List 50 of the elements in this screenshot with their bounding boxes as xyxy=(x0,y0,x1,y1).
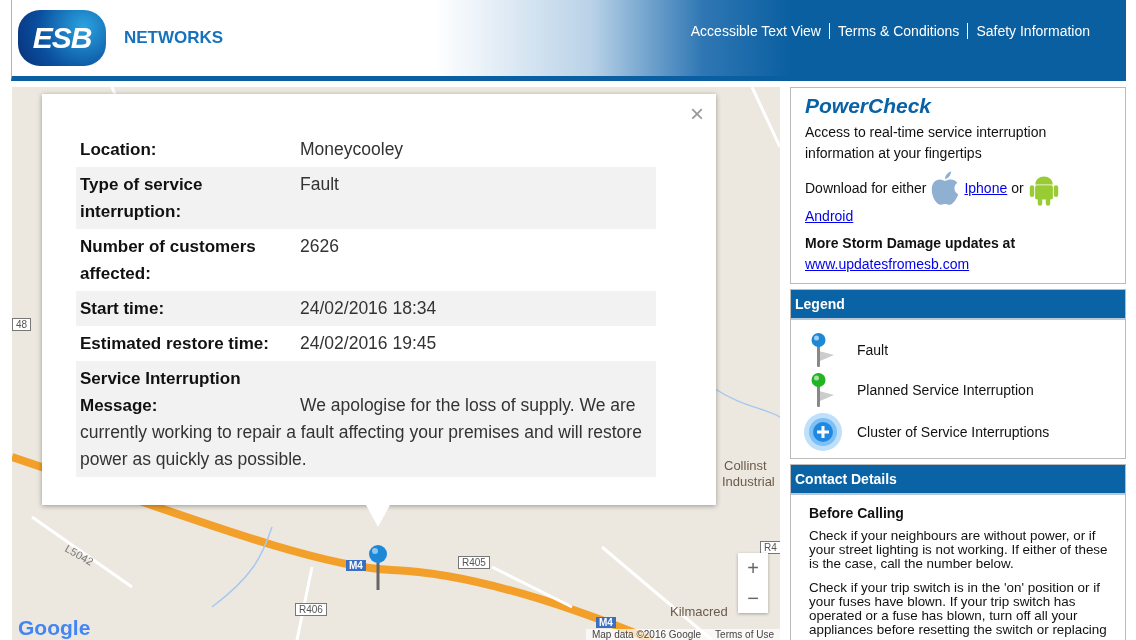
map-label: Industrial xyxy=(722,474,775,489)
field-label: Number of customers affected: xyxy=(80,236,257,285)
field-label: Type of service interruption: xyxy=(80,174,204,223)
legend-label: Fault xyxy=(857,342,889,358)
updates-text: More Storm Damage updates at xyxy=(805,234,1017,253)
contact-paragraph: Check if your trip switch is in the 'on' position or if your fuses have blown. If your trip switch has operated or a fuse has blown, turn off all your appliances before resetting the switch or replacing xyxy=(809,581,1108,637)
map-label: 48 xyxy=(12,318,32,331)
map-label: M4 xyxy=(346,560,366,571)
android-link[interactable]: Android xyxy=(805,208,854,224)
field-value: 2626 xyxy=(300,235,339,258)
download-text: Download for either xyxy=(805,180,927,196)
map-label: R4 xyxy=(760,541,780,554)
intro-text: Access to real-time service interruption information at your fingertips xyxy=(805,123,1048,163)
map-label: R405 xyxy=(458,556,490,569)
field-label: Estimated restore time: xyxy=(80,333,270,355)
apple-icon xyxy=(930,170,961,206)
field-value: 24/02/2016 18:34 xyxy=(300,297,437,320)
map[interactable] xyxy=(12,87,780,640)
legend-header: Legend xyxy=(791,290,1125,320)
logo[interactable]: ESB xyxy=(18,10,106,66)
map-label: M4 xyxy=(596,617,616,628)
field-label: Location: xyxy=(80,139,158,161)
card-title: PowerCheck xyxy=(805,94,933,118)
website-link[interactable]: www.updatesfromesb.com xyxy=(805,256,970,272)
or-text: or xyxy=(1011,180,1024,196)
contact-paragraph: Check if your neighbours are without power, or if your street lighting is not working. If either of these is the case, call the number below. xyxy=(809,529,1109,571)
popup-tail xyxy=(366,505,390,527)
map-brand-logo: Google xyxy=(18,616,91,640)
legend-label: Planned Service Interruption xyxy=(857,382,1034,398)
contact-subtitle: Before Calling xyxy=(809,505,905,521)
map-attribution: Map data ©2016 Google xyxy=(591,629,702,640)
field-label: Start time: xyxy=(80,298,166,320)
header-link[interactable]: Terms & Conditions xyxy=(829,23,968,39)
field-value: Moneycooley xyxy=(300,138,404,161)
map-label: R406 xyxy=(295,603,327,616)
zoom-out-button[interactable]: − xyxy=(738,583,768,613)
map-label: Collinst xyxy=(724,458,767,473)
iphone-link[interactable]: Iphone xyxy=(964,180,1008,196)
header-link[interactable]: Safety Information xyxy=(967,23,1098,39)
zoom-in-button[interactable]: + xyxy=(738,553,768,583)
header-link[interactable]: Accessible Text View xyxy=(682,23,829,39)
field-value: 24/02/2016 19:45 xyxy=(300,332,437,355)
logo-text: NETWORKS xyxy=(124,28,224,48)
contact-header: Contact Details xyxy=(791,465,1125,495)
terms-link[interactable]: Terms of Use xyxy=(715,629,774,640)
field-value: Fault xyxy=(300,173,339,196)
map-label: Kilmacred xyxy=(670,604,728,619)
legend-label: Cluster of Service Interruptions xyxy=(857,424,1050,440)
cluster-icon xyxy=(803,412,843,452)
map-pin-icon[interactable] xyxy=(368,544,388,590)
